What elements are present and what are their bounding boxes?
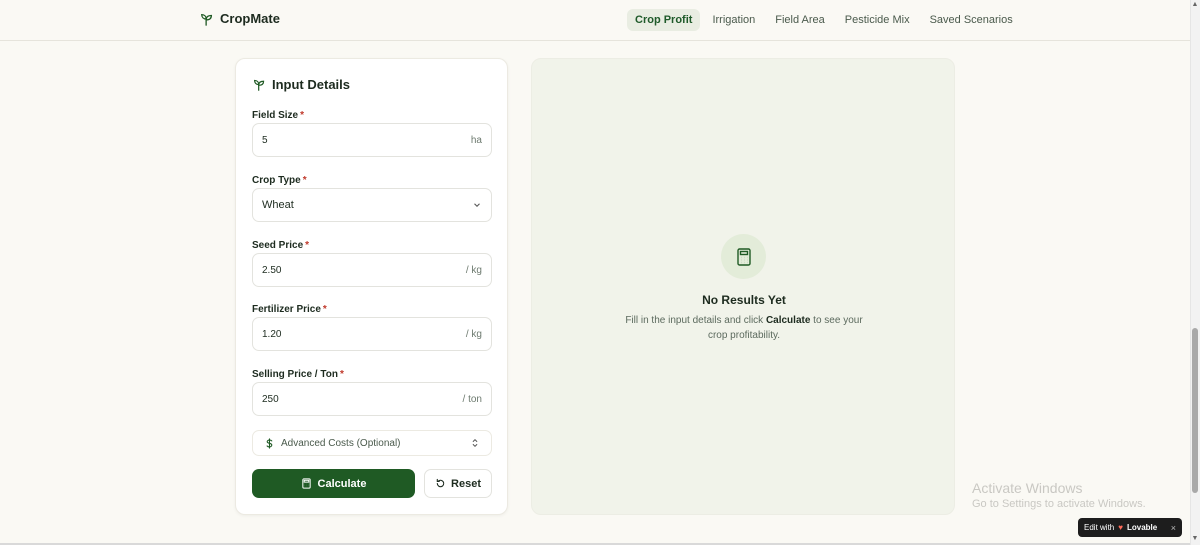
scrollbar-thumb[interactable]: [1192, 328, 1198, 493]
required-mark: *: [322, 304, 327, 315]
crop-type-value: Wheat: [262, 199, 294, 211]
results-icon-circle: [721, 234, 766, 279]
windows-activation-watermark: Activate Windows Go to Settings to activ…: [972, 480, 1146, 510]
calculator-icon: [736, 247, 751, 266]
main-nav: Crop Profit Irrigation Field Area Pestic…: [627, 9, 1021, 31]
crop-type-label: Crop Type *: [252, 175, 307, 186]
badge-brand: Lovable: [1126, 523, 1158, 532]
selling-price-input[interactable]: 250 / ton: [252, 382, 492, 416]
reset-button[interactable]: Reset: [424, 469, 492, 498]
advanced-costs-toggle[interactable]: Advanced Costs (Optional): [252, 430, 492, 456]
calculate-button[interactable]: Calculate: [252, 469, 415, 498]
brand-logo[interactable]: CropMate: [200, 11, 280, 26]
no-results-description: Fill in the input details and click Calc…: [624, 313, 864, 343]
badge-prefix: Edit with: [1084, 523, 1115, 532]
dollar-icon: [266, 437, 273, 449]
seed-price-unit: / kg: [465, 264, 482, 276]
field-size-unit: ha: [470, 134, 482, 146]
fertilizer-price-value: 1.20: [262, 328, 282, 340]
tab-saved-scenarios[interactable]: Saved Scenarios: [922, 9, 1021, 31]
seed-price-value: 2.50: [262, 264, 282, 276]
chevron-up-down-icon: [472, 438, 478, 448]
no-results-desc-bold: Calculate: [765, 315, 811, 326]
crop-type-label-text: Crop Type: [252, 175, 301, 186]
edit-with-lovable-badge[interactable]: Edit with ♥ Lovable ×: [1078, 518, 1182, 537]
sprout-icon: [201, 13, 213, 26]
reset-button-label: Reset: [451, 477, 481, 490]
field-size-input[interactable]: 5 ha: [252, 123, 492, 157]
activate-subtitle: Go to Settings to activate Windows.: [972, 498, 1146, 510]
no-results-desc-part-1: Fill in the input details and click: [625, 315, 766, 326]
chevron-down-icon: [474, 203, 480, 208]
required-mark: *: [339, 369, 344, 380]
top-navigation-bar: CropMate Crop Profit Irrigation Field Ar…: [0, 0, 1190, 41]
required-mark: *: [302, 175, 307, 186]
sprout-icon: [254, 79, 265, 91]
panel-title: Input Details: [253, 77, 350, 92]
calculator-icon: [301, 478, 311, 489]
results-panel: No Results Yet Fill in the input details…: [531, 58, 955, 515]
required-mark: *: [300, 110, 305, 121]
calculate-button-label: Calculate: [317, 477, 367, 490]
reset-icon: [436, 478, 445, 488]
tab-field-area[interactable]: Field Area: [767, 9, 833, 31]
no-results-title: No Results Yet: [702, 293, 786, 307]
field-size-label: Field Size *: [252, 110, 304, 121]
brand-name-part-1: Crop: [220, 11, 251, 26]
heart-icon: ♥: [1118, 523, 1123, 532]
brand-name-part-2: Mate: [250, 11, 280, 26]
tab-crop-profit[interactable]: Crop Profit: [627, 9, 701, 31]
field-size-label-text: Field Size: [252, 110, 299, 121]
field-size-value: 5: [262, 134, 268, 146]
scroll-up-arrow-icon[interactable]: ▲: [1191, 1, 1199, 9]
tab-pesticide-mix[interactable]: Pesticide Mix: [837, 9, 918, 31]
fertilizer-price-label-text: Fertilizer Price: [252, 304, 321, 315]
selling-price-unit: / ton: [462, 393, 482, 405]
selling-price-value: 250: [262, 393, 279, 405]
scroll-down-arrow-icon[interactable]: ▼: [1191, 535, 1199, 543]
close-icon[interactable]: ×: [1171, 523, 1176, 533]
fertilizer-price-input[interactable]: 1.20 / kg: [252, 317, 492, 351]
seed-price-label: Seed Price *: [252, 240, 309, 251]
page-scrollbar[interactable]: ▲ ▼: [1190, 0, 1200, 545]
advanced-costs-label: Advanced Costs (Optional): [281, 437, 401, 449]
crop-type-select[interactable]: Wheat: [252, 188, 492, 222]
required-mark: *: [305, 240, 310, 251]
fertilizer-price-label: Fertilizer Price *: [252, 304, 327, 315]
panel-title-text: Input Details: [272, 77, 351, 92]
seed-price-input[interactable]: 2.50 / kg: [252, 253, 492, 287]
tab-irrigation[interactable]: Irrigation: [704, 9, 763, 31]
fertilizer-price-unit: / kg: [465, 328, 482, 340]
selling-price-label-text: Selling Price / Ton: [252, 369, 338, 380]
input-details-panel: Input Details Field Size * 5 ha Crop Type…: [235, 58, 508, 515]
activate-title: Activate Windows: [972, 480, 1083, 496]
selling-price-label: Selling Price / Ton *: [252, 369, 344, 380]
seed-price-label-text: Seed Price: [252, 240, 304, 251]
